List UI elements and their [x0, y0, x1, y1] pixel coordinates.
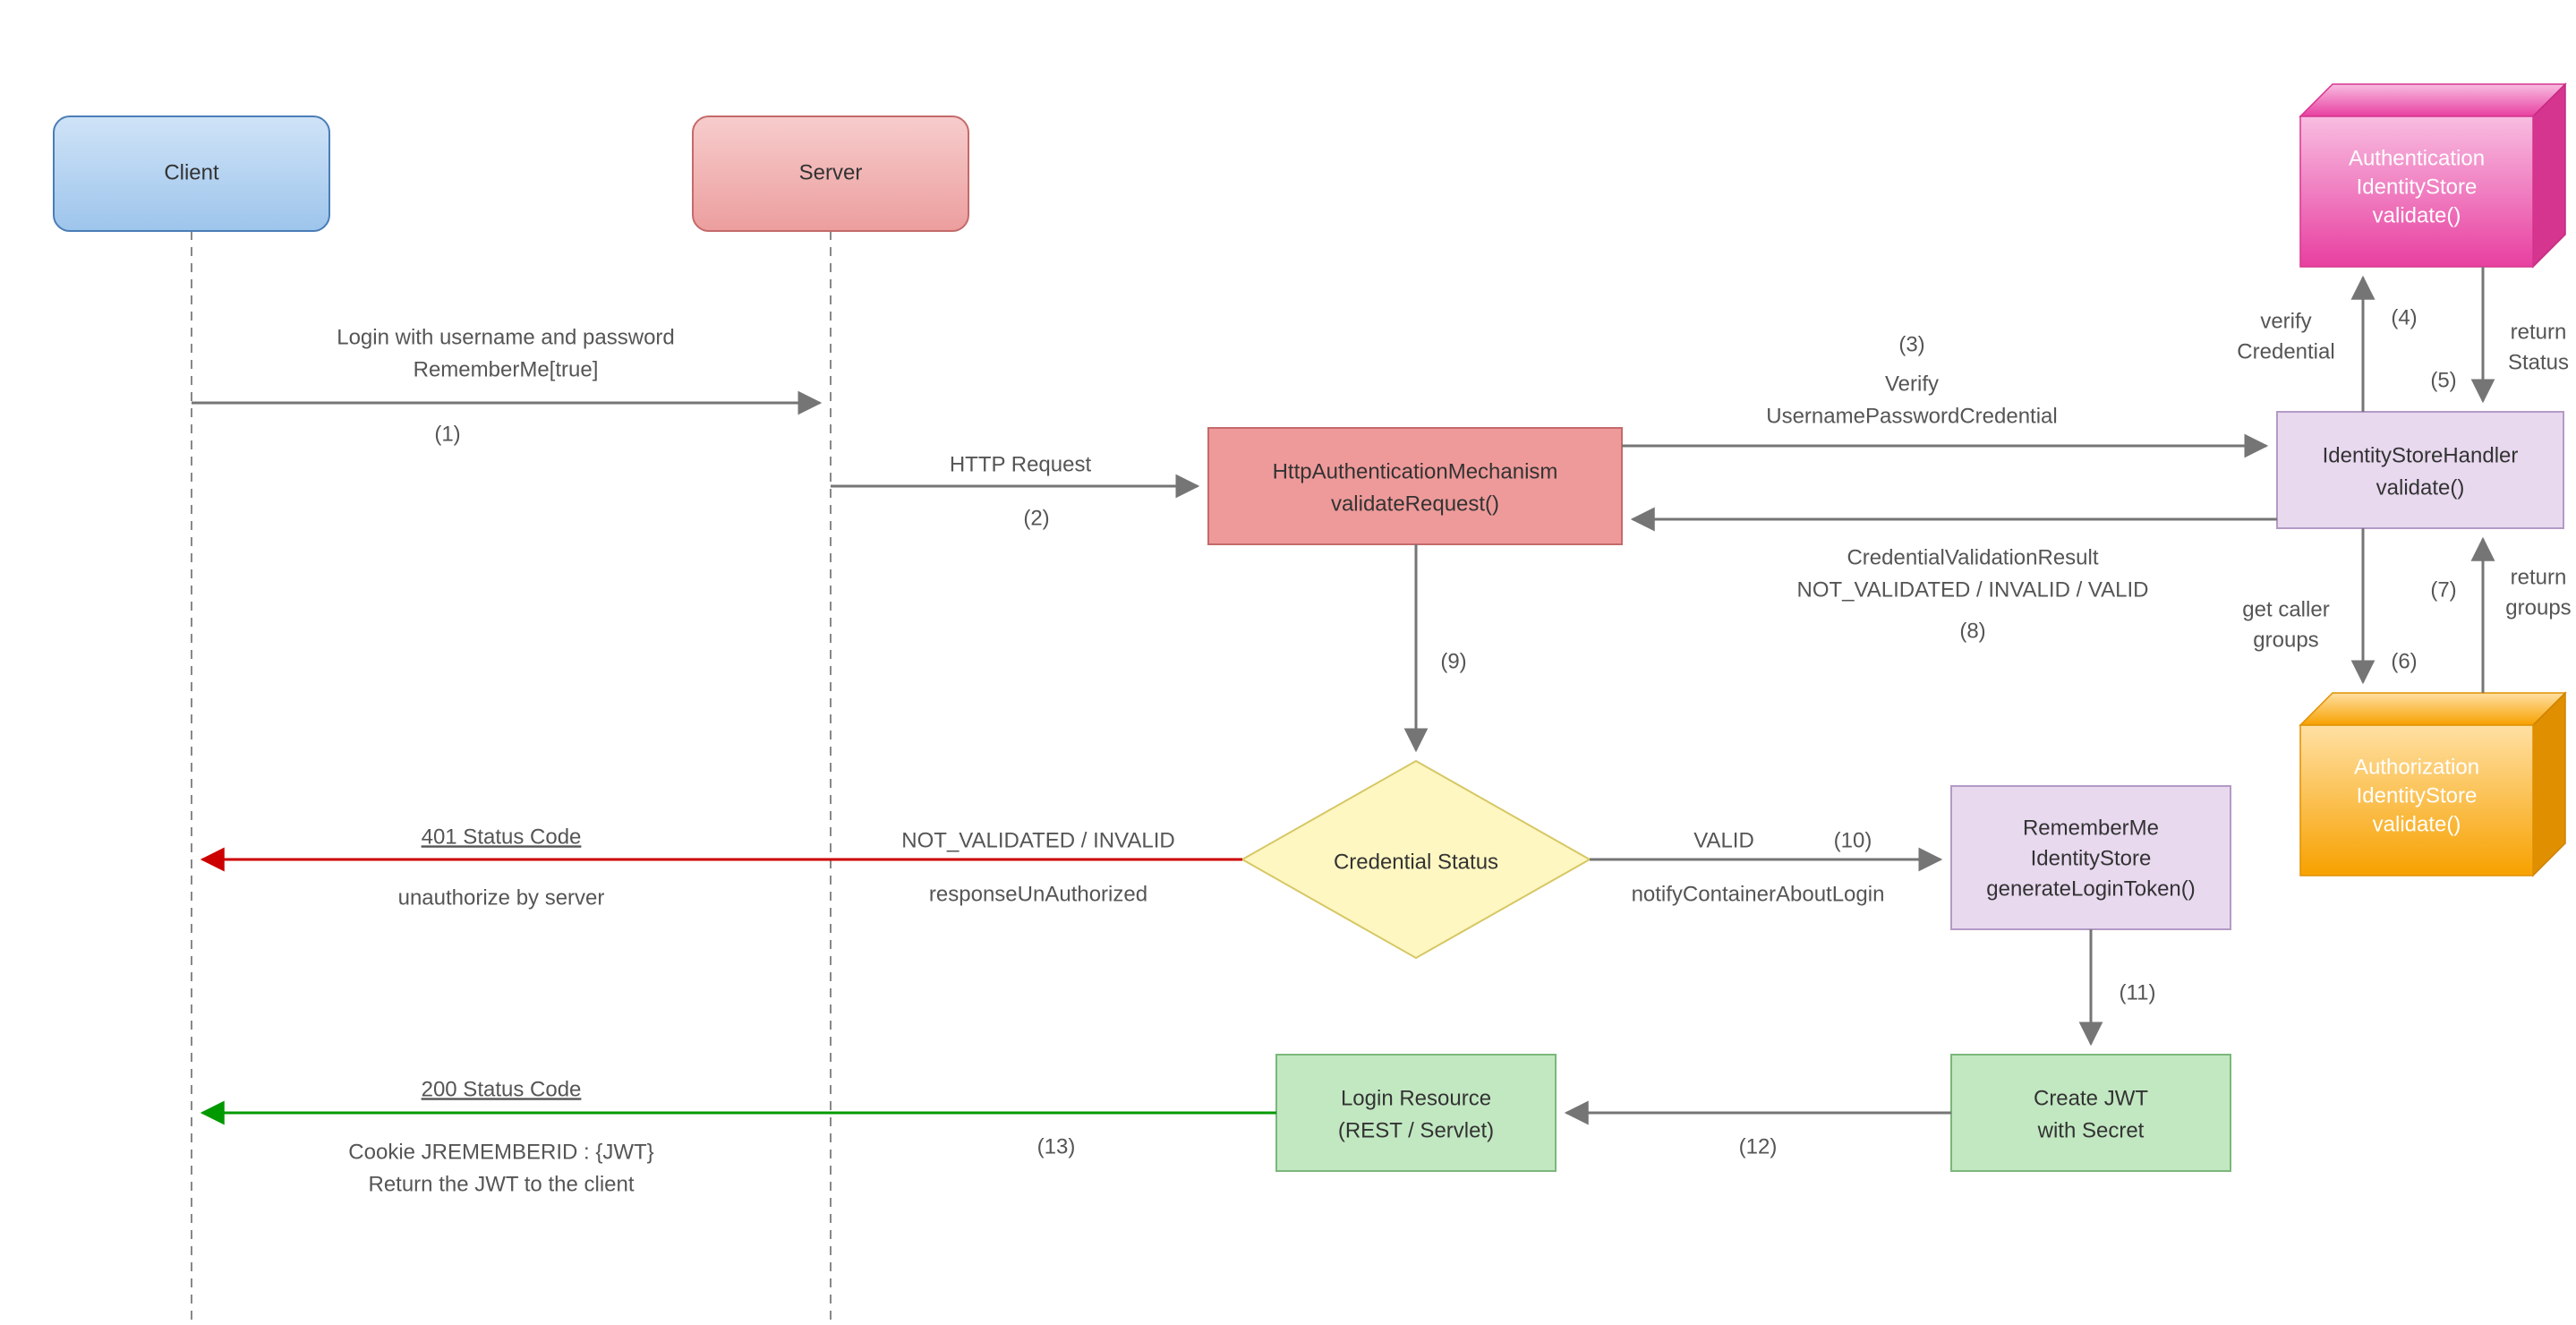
svg-text:NOT_VALIDATED / INVALID / VALI: NOT_VALIDATED / INVALID / VALID [1797, 577, 2149, 602]
svg-text:VALID: VALID [1693, 828, 1754, 852]
svg-text:unauthorize by server: unauthorize by server [398, 885, 605, 910]
svg-text:(12): (12) [1739, 1134, 1778, 1158]
svg-text:validate(): validate() [2373, 203, 2461, 227]
authz-identity-store-cube: Authorization IdentityStore validate() [2300, 693, 2565, 876]
edge-9: (9) [1416, 544, 1467, 750]
svg-text:401 Status Code: 401 Status Code [422, 825, 582, 849]
create-jwt-node: Create JWT with Secret [1951, 1055, 2231, 1171]
identity-store-handler-node: IdentityStoreHandler validate() [2277, 412, 2563, 528]
svg-text:(5): (5) [2430, 368, 2456, 392]
svg-text:(2): (2) [1023, 506, 1049, 530]
svg-text:IdentityStore: IdentityStore [2357, 175, 2478, 199]
svg-text:get caller: get caller [2242, 597, 2329, 621]
svg-text:(10): (10) [1834, 828, 1872, 852]
svg-text:(11): (11) [2120, 980, 2156, 1004]
svg-text:(REST / Servlet): (REST / Servlet) [1338, 1118, 1494, 1142]
svg-text:Credential: Credential [2237, 339, 2334, 363]
login-resource-node: Login Resource (REST / Servlet) [1276, 1055, 1556, 1171]
svg-text:NOT_VALIDATED / INVALID: NOT_VALIDATED / INVALID [901, 828, 1174, 852]
svg-text:Login Resource: Login Resource [1341, 1086, 1491, 1110]
svg-text:verify: verify [2260, 309, 2311, 333]
svg-text:notifyContainerAboutLogin: notifyContainerAboutLogin [1632, 882, 1885, 906]
svg-text:(1): (1) [434, 422, 460, 446]
edge-11: (11) [2091, 929, 2155, 1044]
edge-invalid: NOT_VALIDATED / INVALID responseUnAuthor… [202, 825, 1242, 910]
svg-text:UsernamePasswordCredential: UsernamePasswordCredential [1766, 404, 2057, 428]
svg-text:200 Status Code: 200 Status Code [422, 1077, 582, 1101]
svg-text:IdentityStore: IdentityStore [2357, 783, 2478, 808]
svg-text:Login with username and passwo: Login with username and password [337, 325, 675, 349]
edge-5: (5) return Status [2430, 267, 2569, 401]
edge-8: CredentialValidationResult NOT_VALIDATED… [1633, 519, 2277, 643]
edge-2: HTTP Request (2) [831, 452, 1198, 530]
svg-text:validateRequest(): validateRequest() [1331, 492, 1499, 516]
svg-text:RememberMe: RememberMe [2023, 816, 2159, 840]
svg-text:Return the JWT to the client: Return the JWT to the client [368, 1172, 634, 1196]
svg-text:generateLoginToken(): generateLoginToken() [1986, 876, 2196, 901]
server-node: Server [693, 116, 968, 231]
svg-text:validate(): validate() [2376, 475, 2465, 500]
server-label: Server [799, 160, 863, 184]
svg-text:groups: groups [2253, 628, 2318, 652]
svg-text:(6): (6) [2391, 649, 2417, 673]
client-label: Client [164, 160, 219, 184]
svg-text:Verify: Verify [1885, 372, 1939, 396]
svg-text:(9): (9) [1440, 649, 1466, 673]
svg-text:Credential Status: Credential Status [1334, 850, 1498, 874]
svg-text:return: return [2511, 320, 2567, 344]
svg-text:HttpAuthenticationMechanism: HttpAuthenticationMechanism [1273, 459, 1558, 483]
auth-identity-store-cube: Authentication IdentityStore validate() [2300, 84, 2565, 267]
svg-text:CredentialValidationResult: CredentialValidationResult [1847, 545, 2098, 569]
svg-text:Authentication: Authentication [2349, 146, 2485, 170]
client-node: Client [54, 116, 329, 231]
svg-text:validate(): validate() [2373, 812, 2461, 836]
edge-6: get caller groups (6) [2242, 528, 2417, 682]
svg-text:(3): (3) [1898, 332, 1924, 356]
edge-4: verify Credential (4) [2237, 278, 2417, 412]
edge-7: (7) return groups [2430, 539, 2571, 693]
edge-1: Login with username and password Remembe… [192, 325, 820, 446]
svg-text:Create JWT: Create JWT [2034, 1086, 2148, 1110]
edge-3: (3) Verify UsernamePasswordCredential [1622, 332, 2266, 446]
edge-12: (12) [1566, 1113, 1951, 1158]
svg-text:Cookie JREMEMBERID : {JWT}: Cookie JREMEMBERID : {JWT} [348, 1140, 653, 1164]
svg-text:return: return [2511, 565, 2567, 589]
svg-text:groups: groups [2505, 595, 2571, 620]
svg-text:(7): (7) [2430, 577, 2456, 602]
svg-text:(13): (13) [1037, 1134, 1076, 1158]
svg-text:(4): (4) [2391, 305, 2417, 329]
edge-10: VALID (10) notifyContainerAboutLogin [1590, 828, 1941, 906]
svg-text:RememberMe[true]: RememberMe[true] [414, 357, 599, 381]
svg-text:IdentityStoreHandler: IdentityStoreHandler [2323, 443, 2519, 467]
http-auth-node: HttpAuthenticationMechanism validateRequ… [1208, 428, 1622, 544]
svg-text:Status: Status [2508, 350, 2569, 374]
svg-text:with Secret: with Secret [2037, 1118, 2145, 1142]
credential-status-node: Credential Status [1242, 761, 1590, 958]
svg-text:HTTP Request: HTTP Request [950, 452, 1092, 476]
svg-text:responseUnAuthorized: responseUnAuthorized [929, 882, 1147, 906]
edge-13: (13) 200 Status Code Cookie JREMEMBERID … [202, 1077, 1276, 1196]
svg-text:IdentityStore: IdentityStore [2031, 846, 2152, 870]
svg-text:Authorization: Authorization [2354, 755, 2479, 779]
rememberme-store-node: RememberMe IdentityStore generateLoginTo… [1951, 786, 2231, 929]
svg-text:(8): (8) [1959, 619, 1985, 643]
